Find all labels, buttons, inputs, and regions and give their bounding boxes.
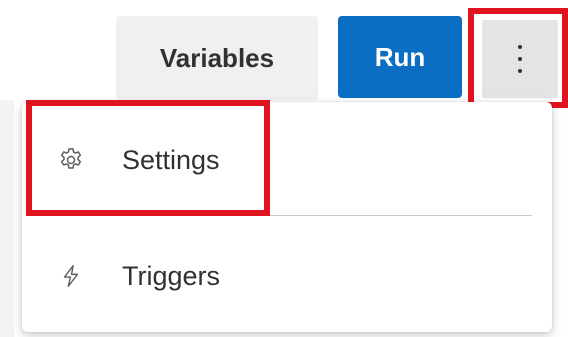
underlying-page bbox=[0, 100, 14, 337]
more-options-button[interactable] bbox=[482, 20, 558, 98]
menu-item-settings[interactable]: Settings bbox=[22, 120, 552, 200]
lightning-icon bbox=[56, 261, 86, 291]
run-button-label: Run bbox=[374, 41, 426, 72]
menu-item-label: Triggers bbox=[122, 260, 221, 291]
more-vertical-icon bbox=[518, 45, 522, 73]
overflow-menu: Settings Triggers bbox=[22, 102, 552, 332]
gear-icon bbox=[56, 145, 86, 175]
menu-item-label: Settings bbox=[122, 144, 220, 175]
variables-button-label: Variables bbox=[159, 42, 275, 73]
menu-divider bbox=[26, 215, 532, 216]
run-button[interactable]: Run bbox=[338, 16, 462, 98]
variables-button[interactable]: Variables bbox=[116, 16, 318, 100]
menu-item-triggers[interactable]: Triggers bbox=[22, 236, 552, 316]
